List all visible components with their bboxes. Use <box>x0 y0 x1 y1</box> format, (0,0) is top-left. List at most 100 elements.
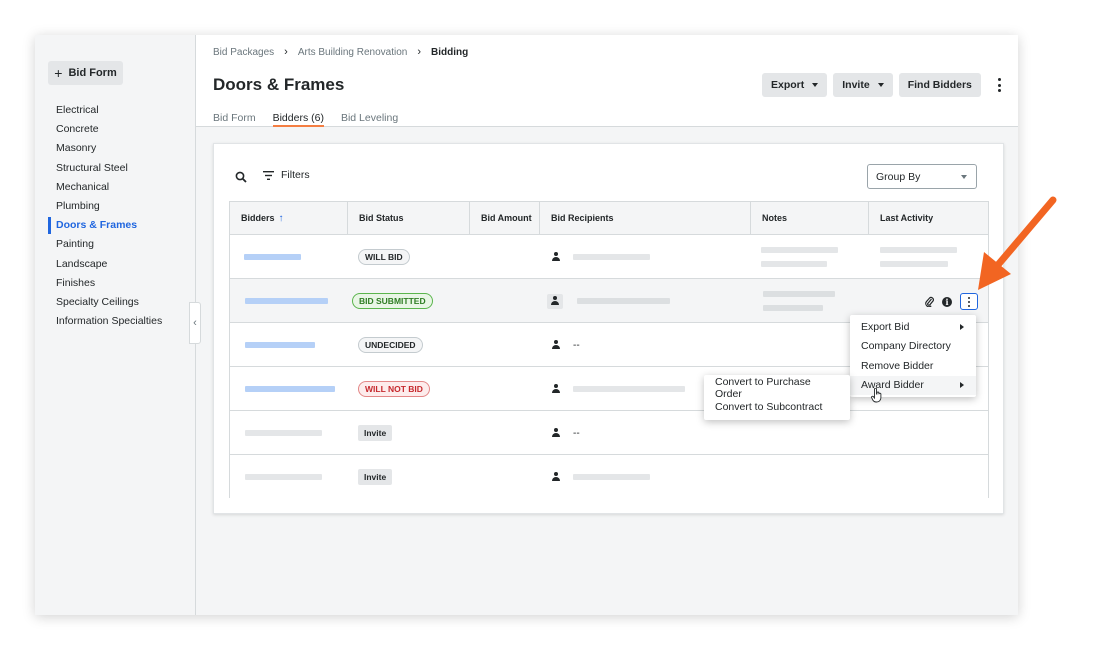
filter-icon <box>263 170 274 180</box>
table-row[interactable]: Invite <box>230 455 988 499</box>
column-header-last-activity[interactable]: Last Activity <box>869 202 988 234</box>
recipient-empty: -- <box>573 339 580 351</box>
sidebar-item-plumbing[interactable]: Plumbing <box>35 197 196 216</box>
chevron-right-icon: › <box>417 46 422 58</box>
sidebar-item-painting[interactable]: Painting <box>35 235 196 254</box>
last-activity-text <box>880 261 948 267</box>
menu-item-convert-to-subcontract[interactable]: Convert to Subcontract <box>704 398 850 418</box>
sidebar-item-mechanical[interactable]: Mechanical <box>35 178 196 197</box>
notes-text <box>763 291 835 297</box>
menu-item-convert-to-purchase-order[interactable]: Convert to Purchase Order <box>704 376 850 400</box>
sidebar-item-finishes[interactable]: Finishes <box>35 274 196 293</box>
page-header: Bid Packages › Arts Building Renovation … <box>196 35 1018 127</box>
search-icon[interactable] <box>235 171 247 183</box>
tab-bid-form[interactable]: Bid Form <box>213 112 256 127</box>
person-icon <box>551 252 561 262</box>
person-icon <box>551 384 561 394</box>
submenu-arrow-icon <box>960 323 964 330</box>
chevron-right-icon: › <box>284 46 288 58</box>
row-actions: i <box>925 293 978 310</box>
column-header-bid-recipients[interactable]: Bid Recipients <box>540 202 751 234</box>
tab-bidders[interactable]: Bidders (6) <box>272 112 324 127</box>
bidder-name[interactable] <box>244 254 301 260</box>
breadcrumb-bid-packages[interactable]: Bid Packages <box>213 47 274 58</box>
sidebar: + Bid Form Electrical Concrete Masonry S… <box>35 35 196 615</box>
recipient-name <box>573 254 650 260</box>
invite-button[interactable]: Invite <box>358 469 393 485</box>
submenu-arrow-icon <box>960 382 964 389</box>
sidebar-item-specialty-ceilings[interactable]: Specialty Ceilings <box>35 293 196 312</box>
find-bidders-button[interactable]: Find Bidders <box>898 73 981 97</box>
group-by-label: Group By <box>876 170 921 183</box>
last-activity-text <box>880 247 957 253</box>
breadcrumb-project[interactable]: Arts Building Renovation <box>298 47 408 58</box>
recipient-empty: -- <box>573 427 580 439</box>
status-badge: WILL NOT BID <box>358 381 430 397</box>
bidder-name[interactable] <box>245 474 322 480</box>
table-row[interactable]: Invite -- <box>230 411 988 455</box>
export-button[interactable]: Export <box>762 73 828 97</box>
tab-bid-leveling[interactable]: Bid Leveling <box>341 112 398 127</box>
caret-down-icon <box>812 83 819 87</box>
recipient-name <box>573 386 685 392</box>
bidder-name[interactable] <box>245 342 315 348</box>
sidebar-item-doors-frames[interactable]: Doors & Frames <box>35 216 196 235</box>
invite-button[interactable]: Invite <box>833 73 893 97</box>
menu-item-label: Remove Bidder <box>861 359 934 372</box>
row-more-options-icon[interactable] <box>960 293 978 310</box>
menu-item-export-bid[interactable]: Export Bid <box>850 317 976 337</box>
table-header: Bidders ↑ Bid Status Bid Amount Bid Reci… <box>230 202 988 235</box>
bidder-name[interactable] <box>245 430 322 436</box>
hand-cursor-icon <box>871 388 882 403</box>
app-window: + Bid Form Electrical Concrete Masonry S… <box>35 35 1018 615</box>
notes-text <box>761 247 838 253</box>
chevron-left-icon: ‹ <box>193 317 197 329</box>
person-icon <box>551 472 561 482</box>
status-badge: UNDECIDED <box>358 337 423 353</box>
export-label: Export <box>771 79 805 91</box>
sidebar-item-masonry[interactable]: Masonry <box>35 139 196 158</box>
sidebar-item-structural-steel[interactable]: Structural Steel <box>35 159 196 178</box>
group-by-select[interactable]: Group By <box>867 164 977 189</box>
sidebar-item-landscape[interactable]: Landscape <box>35 255 196 274</box>
column-header-bid-amount[interactable]: Bid Amount <box>470 202 540 234</box>
menu-item-award-bidder[interactable]: Award Bidder <box>850 375 976 395</box>
sidebar-item-electrical[interactable]: Electrical <box>35 101 196 120</box>
sidebar-item-concrete[interactable]: Concrete <box>35 120 196 139</box>
menu-item-remove-bidder[interactable]: Remove Bidder <box>850 356 976 376</box>
person-icon <box>547 293 563 309</box>
filters-button[interactable]: Filters <box>263 169 310 181</box>
more-options-icon[interactable] <box>993 73 1007 97</box>
column-header-notes[interactable]: Notes <box>751 202 869 234</box>
invite-label: Invite <box>842 79 870 91</box>
status-badge: BID SUBMITTED <box>352 293 433 309</box>
bid-package-nav: Electrical Concrete Masonry Structural S… <box>35 101 196 331</box>
add-bid-form-label: Bid Form <box>68 67 117 79</box>
column-header-bidders[interactable]: Bidders ↑ <box>230 202 348 234</box>
bidder-name[interactable] <box>245 298 328 304</box>
status-badge: WILL BID <box>358 249 410 265</box>
breadcrumb-current: Bidding <box>431 46 469 58</box>
invite-button[interactable]: Invite <box>358 425 393 441</box>
info-icon[interactable]: i <box>942 296 952 307</box>
sidebar-item-information-specialties[interactable]: Information Specialties <box>35 312 196 331</box>
column-label: Bidders <box>241 213 275 223</box>
table-row[interactable]: WILL BID <box>230 235 988 279</box>
notes-text <box>763 305 823 311</box>
recipient-name <box>577 298 670 304</box>
annotation-arrow-icon <box>978 196 1057 290</box>
header-actions: Export Invite Find Bidders <box>762 73 1007 97</box>
menu-item-label: Company Directory <box>861 340 951 353</box>
menu-item-company-directory[interactable]: Company Directory <box>850 337 976 357</box>
column-header-bid-status[interactable]: Bid Status <box>348 202 470 234</box>
page-title: Doors & Frames <box>213 75 345 94</box>
paperclip-icon[interactable] <box>925 296 934 307</box>
sidebar-collapse-button[interactable]: ‹ <box>189 302 201 344</box>
recipient-name <box>573 474 650 480</box>
caret-down-icon <box>877 83 884 87</box>
add-bid-form-button[interactable]: + Bid Form <box>48 61 123 85</box>
bidder-name[interactable] <box>245 386 335 392</box>
award-bidder-submenu: Convert to Purchase Order Convert to Sub… <box>704 375 850 420</box>
person-icon <box>551 428 561 438</box>
filters-label: Filters <box>281 169 310 181</box>
